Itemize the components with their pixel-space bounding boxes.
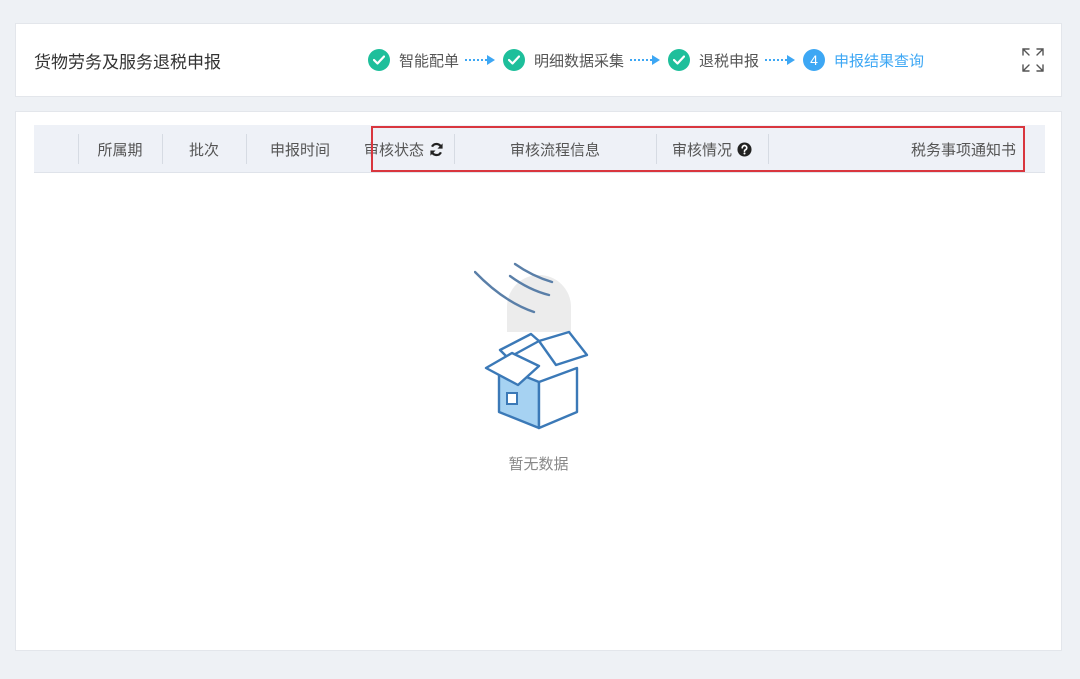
step-3: 退税申报 [668, 49, 759, 71]
check-circle-icon [503, 49, 526, 71]
result-table-card: 所属期 批次 申报时间 审核状态 审核流程信息 审核情况 税务事项通知书 暂无数… [15, 111, 1062, 651]
step-1: 智能配单 [368, 49, 459, 71]
page-title: 货物劳务及服务退税申报 [34, 53, 221, 73]
check-circle-icon [668, 49, 691, 71]
column-header-declare-time[interactable]: 申报时间 [246, 125, 354, 173]
column-header-audit-result[interactable]: 审核情况 [656, 125, 768, 173]
step-label: 退税申报 [699, 51, 760, 70]
step-2: 明细数据采集 [503, 49, 624, 71]
column-header-audit-flow[interactable]: 审核流程信息 [454, 125, 656, 173]
expand-icon[interactable] [1021, 47, 1045, 73]
step-label: 明细数据采集 [534, 51, 625, 70]
empty-box-icon [473, 262, 588, 430]
empty-state: 暂无数据 [16, 262, 1061, 474]
help-circle-icon[interactable] [737, 141, 752, 157]
dotted-arrow-icon [765, 55, 796, 65]
column-header-batch[interactable]: 批次 [162, 125, 246, 173]
step-label: 智能配单 [399, 51, 460, 70]
column-header-tax-notice[interactable]: 税务事项通知书 [768, 125, 1040, 173]
table-header: 所属期 批次 申报时间 审核状态 审核流程信息 审核情况 税务事项通知书 [34, 125, 1045, 173]
column-header-period[interactable]: 所属期 [78, 125, 162, 173]
check-circle-icon [368, 49, 390, 71]
empty-state-text: 暂无数据 [508, 455, 569, 473]
refresh-icon[interactable] [429, 142, 444, 157]
step-label: 申报结果查询 [834, 51, 925, 70]
step-4: 4 申报结果查询 [803, 49, 924, 71]
dotted-arrow-icon [630, 55, 661, 65]
step-number-badge: 4 [803, 49, 826, 71]
column-header-audit-status[interactable]: 审核状态 [354, 125, 454, 173]
step-progress: 智能配单 明细数据采集 退税申报 4 申报结果查询 [368, 44, 924, 76]
dotted-arrow-icon [465, 55, 496, 65]
header-card: 货物劳务及服务退税申报 智能配单 明细数据采集 退税申报 4 申报结果查询 [15, 23, 1062, 97]
